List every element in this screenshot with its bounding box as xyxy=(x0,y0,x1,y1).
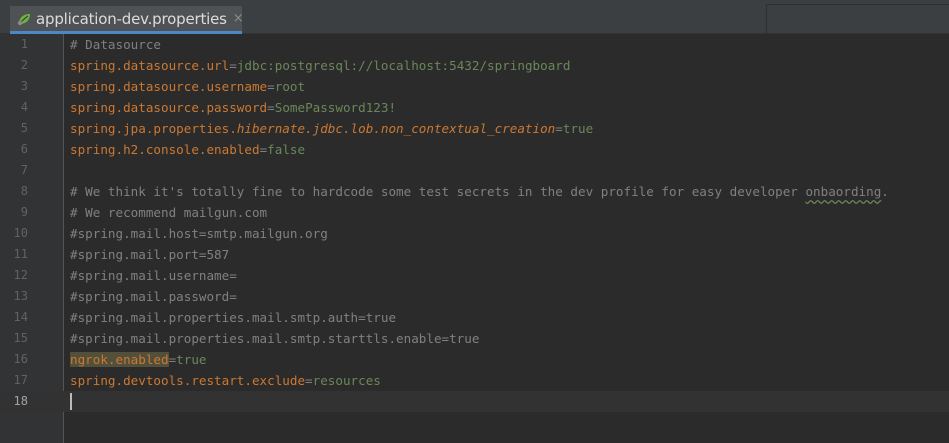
code-text: spring.jpa.properties.hibernate.jdbc.lob… xyxy=(70,118,593,139)
code-text: #spring.mail.username= xyxy=(70,265,237,286)
comment: #spring.mail.properties.mail.smtp.auth=t… xyxy=(70,310,397,325)
property-key-highlighted: ngrok.enabled xyxy=(70,352,169,367)
equals-sign: = xyxy=(267,79,275,94)
code-text: spring.devtools.restart.exclude=resource… xyxy=(70,370,381,391)
line-number: 9 xyxy=(20,205,28,219)
code-text: #spring.mail.properties.mail.smtp.startt… xyxy=(70,328,479,349)
property-key: spring.devtools.restart.exclude xyxy=(70,373,306,388)
code-text: ngrok.enabled=true xyxy=(70,349,207,370)
code-line-6: 6 spring.h2.console.enabled=false xyxy=(0,139,949,160)
comment-end: . xyxy=(881,184,889,199)
code-line-15: 15 #spring.mail.properties.mail.smtp.sta… xyxy=(0,328,949,349)
code-text: spring.datasource.password=SomePassword1… xyxy=(70,97,396,118)
property-value: true xyxy=(562,121,594,136)
comment: #spring.mail.host=smtp.mailgun.org xyxy=(70,226,328,241)
line-number: 18 xyxy=(13,394,28,408)
property-key: spring.datasource.username xyxy=(70,79,268,94)
line-number: 6 xyxy=(20,142,28,156)
code-text: # We think it's totally fine to hardcode… xyxy=(70,181,889,202)
property-key: spring.h2.console.enabled xyxy=(70,142,260,157)
comment: #spring.mail.properties.mail.smtp.startt… xyxy=(70,331,480,346)
code-line-17: 17 spring.devtools.restart.exclude=resou… xyxy=(0,370,949,391)
code-line-13: 13 #spring.mail.password= xyxy=(0,286,949,307)
code-text: #spring.mail.password= xyxy=(70,286,237,307)
line-number: 12 xyxy=(13,268,28,282)
code-line-14: 14 #spring.mail.properties.mail.smtp.aut… xyxy=(0,307,949,328)
tab-title: application-dev.properties xyxy=(36,9,227,28)
line-number: 16 xyxy=(13,352,28,366)
line-number: 3 xyxy=(20,79,28,93)
property-value: true xyxy=(176,352,207,367)
property-value: resources xyxy=(312,373,381,388)
line-number: 10 xyxy=(13,226,28,240)
line-number: 7 xyxy=(20,163,28,177)
property-key-prefix: spring.jpa.properties. xyxy=(70,121,237,136)
code-line-2: 2 spring.datasource.url=jdbc:postgresql:… xyxy=(0,55,949,76)
tab-bar-spacer xyxy=(766,4,949,34)
code-text: # We recommend mailgun.com xyxy=(70,202,267,223)
code-line-11: 11 #spring.mail.port=587 xyxy=(0,244,949,265)
comment: # We recommend mailgun.com xyxy=(70,205,268,220)
property-value: root xyxy=(274,79,306,94)
code-text: spring.h2.console.enabled=false xyxy=(70,139,305,160)
equals-sign: = xyxy=(229,58,237,73)
close-icon[interactable]: × xyxy=(233,11,244,26)
code-line-4: 4 spring.datasource.password=SomePasswor… xyxy=(0,97,949,118)
code-line-12: 12 #spring.mail.username= xyxy=(0,265,949,286)
tab-application-dev-properties[interactable]: application-dev.properties × xyxy=(10,6,244,34)
comment: #spring.mail.port=587 xyxy=(70,247,230,262)
code-line-9: 9 # We recommend mailgun.com xyxy=(0,202,949,223)
editor-tab-bar: application-dev.properties × xyxy=(0,0,949,34)
comment: #spring.mail.password= xyxy=(70,289,237,304)
line-number: 14 xyxy=(13,310,28,324)
comment: #spring.mail.username= xyxy=(70,268,237,283)
line-number: 15 xyxy=(13,331,28,345)
code-text: #spring.mail.port=587 xyxy=(70,244,229,265)
code-text: #spring.mail.host=smtp.mailgun.org xyxy=(70,223,328,244)
property-key: spring.datasource.url xyxy=(70,58,230,73)
spring-leaf-icon xyxy=(16,11,32,27)
code-line-10: 10 #spring.mail.host=smtp.mailgun.org xyxy=(0,223,949,244)
equals-sign: = xyxy=(305,373,313,388)
text-caret xyxy=(70,393,72,410)
code-line-1: 1 # Datasource xyxy=(0,34,949,55)
code-text: spring.datasource.username=root xyxy=(70,76,305,97)
line-number: 2 xyxy=(20,58,28,72)
code-line-7: 7 xyxy=(0,160,949,181)
code-line-16: 16 ngrok.enabled=true xyxy=(0,349,949,370)
line-number: 11 xyxy=(13,247,28,261)
line-number: 4 xyxy=(20,100,28,114)
comment: # Datasource xyxy=(70,37,161,52)
property-key: spring.datasource.password xyxy=(70,100,268,115)
property-value: false xyxy=(267,142,306,157)
code-text: # Datasource xyxy=(70,34,161,55)
line-number: 13 xyxy=(13,289,28,303)
code-line-5: 5 spring.jpa.properties.hibernate.jdbc.l… xyxy=(0,118,949,139)
property-value: SomePassword123! xyxy=(274,100,397,115)
line-number: 5 xyxy=(20,121,28,135)
line-number: 8 xyxy=(20,184,28,198)
line-number: 17 xyxy=(13,373,28,387)
equals-sign: = xyxy=(555,121,563,136)
spelling-typo: onbaording xyxy=(805,184,882,199)
code-text: #spring.mail.properties.mail.smtp.auth=t… xyxy=(70,307,396,328)
property-key-italic: hibernate.jdbc.lob.non_contextual_creati… xyxy=(236,121,556,136)
comment: # We think it's totally fine to hardcode… xyxy=(70,184,806,199)
code-text: spring.datasource.url=jdbc:postgresql://… xyxy=(70,55,570,76)
code-line-3: 3 spring.datasource.username=root xyxy=(0,76,949,97)
code-line-8: 8 # We think it's totally fine to hardco… xyxy=(0,181,949,202)
equals-sign: = xyxy=(267,100,275,115)
code-line-18-current: 18 xyxy=(0,391,949,412)
property-value: jdbc:postgresql://localhost:5432/springb… xyxy=(236,58,571,73)
line-number: 1 xyxy=(20,37,28,51)
